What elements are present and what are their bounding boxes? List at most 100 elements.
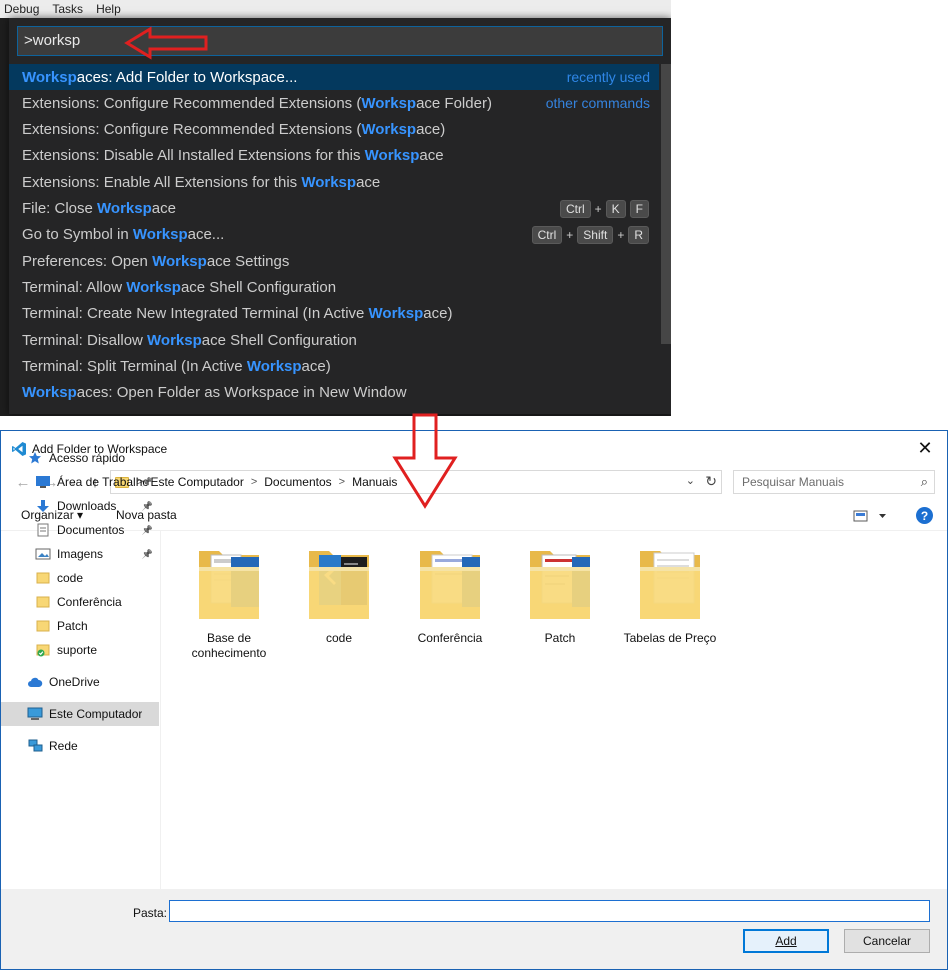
nav-item[interactable]: Rede	[1, 734, 159, 758]
folder-name-input[interactable]	[169, 900, 930, 922]
nav-item[interactable]: code	[1, 566, 159, 590]
help-icon[interactable]: ?	[916, 507, 933, 524]
command-match-highlight: Worksp	[368, 305, 424, 323]
command-group-label: recently used	[566, 69, 650, 85]
folder-item[interactable]: Tabelas de Preço	[620, 545, 720, 675]
nav-item[interactable]: Documentos 📌	[1, 518, 159, 542]
search-icon[interactable]: ⌕	[921, 474, 928, 490]
command-label-text: ace)	[301, 357, 331, 375]
folder-item-label: Base de conhecimento	[191, 631, 267, 660]
folder-item[interactable]: Base de conhecimento	[179, 545, 279, 675]
nav-item-label: code	[57, 571, 84, 585]
star-icon	[27, 451, 43, 465]
command-item[interactable]: Extensions: Disable All Installed Extens…	[9, 143, 659, 169]
refresh-icon[interactable]: ↻	[705, 473, 717, 490]
computer-icon	[27, 707, 43, 721]
command-list-scrollbar[interactable]	[661, 64, 671, 344]
folder-item-label: Conferência	[417, 631, 483, 645]
command-item[interactable]: Terminal: Create New Integrated Terminal…	[9, 301, 659, 327]
command-item[interactable]: Go to Symbol in Workspace... Ctrl + Shift + R	[9, 222, 659, 248]
command-palette-input[interactable]: >worksp	[17, 26, 663, 56]
command-item[interactable]: Terminal: Disallow Workspace Shell Confi…	[9, 327, 659, 353]
nav-item[interactable]: Conferência	[1, 590, 159, 614]
editor-background	[0, 18, 9, 416]
menu-tasks[interactable]: Tasks	[44, 2, 88, 16]
command-label-text: ace	[419, 147, 444, 165]
nav-item-label: Imagens	[57, 547, 104, 561]
folder-item[interactable]: Patch	[510, 545, 610, 675]
network-icon	[27, 739, 43, 753]
command-palette: >worksp Workspaces: Add Folder to Worksp…	[9, 18, 671, 414]
command-item[interactable]: Workspaces: Open Folder as Workspace in …	[9, 380, 659, 406]
command-match-highlight: Worksp	[246, 357, 302, 375]
nav-item-label: Área de Trabalhc	[57, 475, 149, 489]
command-item[interactable]: Preferences: Open Workspace Settings	[9, 248, 659, 274]
command-label-text: Terminal: Split Terminal (In Active	[22, 357, 247, 375]
menu-bar: Debug Tasks Help	[0, 0, 671, 18]
nav-item-label: Rede	[49, 739, 78, 753]
command-item[interactable]: Terminal: Allow Workspace Shell Configur…	[9, 274, 659, 300]
nav-item[interactable]: Este Computador	[1, 702, 159, 726]
command-item[interactable]: File: Close Workspace Ctrl + K F	[9, 196, 659, 222]
add-button[interactable]: Add	[743, 929, 829, 953]
vscode-window: Debug Tasks Help >worksp Workspaces: Add…	[0, 0, 671, 416]
command-item[interactable]: Extensions: Configure Recommended Extens…	[9, 117, 659, 143]
command-label: File: Close Workspace	[22, 200, 176, 217]
pin-icon[interactable]: 📌	[142, 549, 153, 560]
command-label: Extensions: Configure Recommended Extens…	[22, 95, 492, 112]
search-placeholder: Pesquisar Manuais	[742, 475, 845, 489]
address-dropdown-icon[interactable]: ⌄	[686, 474, 695, 487]
command-match-highlight: Worksp	[97, 200, 152, 217]
breadcrumb-este-computador[interactable]: Este Computador	[150, 475, 243, 489]
nav-item[interactable]: Acesso rápido	[1, 446, 159, 470]
folder-view: Base de conhecimento code Conferência Patch…	[162, 531, 947, 889]
folder-thumbnail-icon	[528, 545, 592, 625]
command-label: Preferences: Open Workspace Settings	[22, 253, 289, 270]
folder-icon	[35, 571, 51, 585]
folder-thumbnail-icon	[307, 545, 371, 625]
command-match-highlight: Worksp	[301, 173, 357, 191]
command-item[interactable]: Workspaces: Add Folder to Workspace... re…	[9, 64, 659, 90]
nav-item[interactable]: suporte	[1, 638, 159, 662]
keybinding: Ctrl + Shift + R	[531, 225, 649, 244]
search-input[interactable]: Pesquisar Manuais ⌕	[733, 470, 935, 494]
nav-item[interactable]: Downloads 📌	[1, 494, 159, 518]
pin-icon[interactable]: 📌	[142, 501, 153, 512]
keybinding-plus: +	[566, 227, 574, 242]
folder-item[interactable]: code	[289, 545, 389, 675]
command-label-text: ace)	[416, 121, 446, 139]
breadcrumb-documentos[interactable]: Documentos	[264, 475, 331, 489]
navigation-pane: Acesso rápido Área de Trabalhc 📌 Downloads 📌…	[1, 451, 161, 889]
dialog-footer: Pasta: Add Cancelar	[1, 889, 947, 969]
command-match-highlight: Worksp	[364, 147, 420, 165]
nav-item-label: OneDrive	[49, 675, 100, 689]
command-label-text: Extensions: Configure Recommended Extens…	[22, 121, 362, 139]
menu-help[interactable]: Help	[88, 2, 126, 16]
nav-item[interactable]: OneDrive	[1, 670, 159, 694]
nav-item[interactable]: Imagens 📌	[1, 542, 159, 566]
pin-icon[interactable]: 📌	[142, 525, 153, 536]
command-item[interactable]: Extensions: Enable All Extensions for th…	[9, 169, 659, 195]
command-label: Extensions: Configure Recommended Extens…	[22, 121, 445, 138]
add-folder-dialog: Add Folder to Workspace ✕ ← → ⌄ ↑ > Este…	[0, 430, 948, 970]
crumb-separator-icon: >	[338, 476, 346, 488]
nav-item-label: suporte	[57, 643, 98, 657]
menu-debug[interactable]: Debug	[0, 2, 44, 16]
nav-item[interactable]: Patch	[1, 614, 159, 638]
command-item[interactable]: Extensions: Configure Recommended Extens…	[9, 90, 659, 116]
command-item[interactable]: Terminal: Split Terminal (In Active Work…	[9, 353, 659, 379]
nav-item[interactable]: Área de Trabalhc 📌	[1, 470, 159, 494]
command-label-text: ace	[356, 173, 381, 191]
pin-icon[interactable]: 📌	[142, 477, 153, 488]
view-options-icon[interactable]	[853, 508, 893, 524]
cancel-button[interactable]: Cancelar	[844, 929, 930, 953]
close-button[interactable]: ✕	[903, 431, 947, 465]
screenshot: Debug Tasks Help >worksp Workspaces: Add…	[0, 0, 948, 970]
command-label-text: File: Close	[22, 200, 98, 217]
command-list: Workspaces: Add Folder to Workspace... re…	[9, 64, 671, 412]
command-label-text: ace)	[423, 305, 453, 323]
command-label: Go to Symbol in Workspace...	[22, 226, 224, 243]
folder-item-label: code	[325, 631, 353, 645]
folder-item[interactable]: Conferência	[400, 545, 500, 675]
keybinding-plus: +	[594, 201, 602, 216]
